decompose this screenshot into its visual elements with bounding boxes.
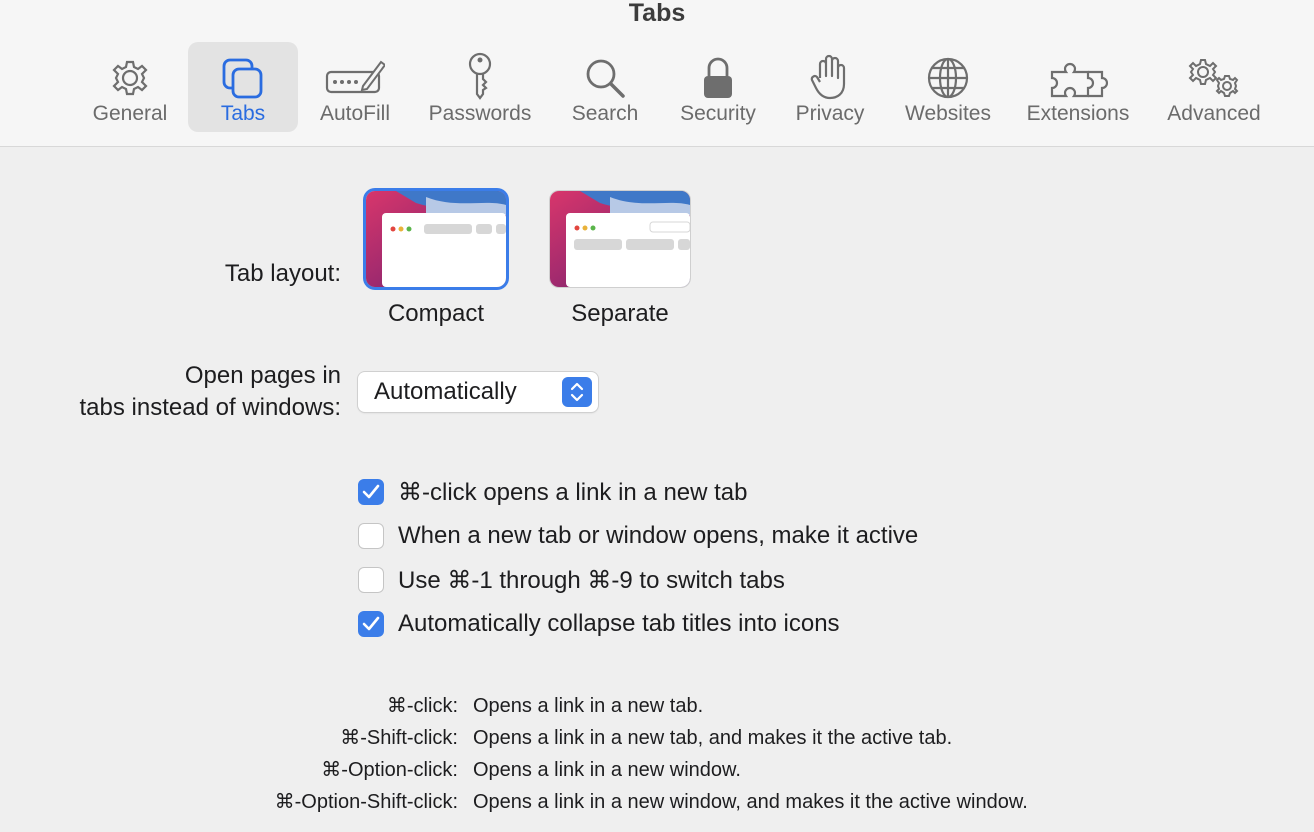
shortcut-description: Opens a link in a new window, and makes …	[473, 791, 1028, 813]
tab-layout-compact-caption: Compact	[387, 300, 485, 327]
checkbox-label: Automatically collapse tab titles into i…	[398, 610, 840, 637]
open-pages-select-value: Automatically	[374, 378, 517, 405]
open-pages-select[interactable]: Automatically	[358, 372, 598, 412]
tab-websites[interactable]: Websites	[893, 42, 1003, 132]
shortcut-description: Opens a link in a new tab, and makes it …	[473, 727, 953, 749]
chevron-up-down-icon	[562, 377, 592, 407]
tab-layout-compact-option[interactable]	[366, 191, 506, 287]
gears-icon	[1185, 50, 1243, 100]
window-title: Tabs	[628, 0, 686, 27]
tab-search[interactable]: Search	[560, 42, 650, 132]
tab-privacy[interactable]: Privacy	[785, 42, 875, 132]
key-icon	[465, 50, 495, 100]
gear-icon	[108, 50, 152, 100]
checkbox-switch-tabs[interactable]	[358, 567, 384, 593]
checkbox-row-switch-tabs[interactable]: Use ⌘-1 through ⌘-9 to switch tabs	[358, 565, 785, 595]
tab-label: Security	[680, 102, 756, 125]
tab-label: Advanced	[1167, 102, 1261, 125]
tab-layout-label: Tab layout:	[224, 260, 341, 287]
tab-label: Websites	[905, 102, 991, 125]
checkbox-row-collapse-titles[interactable]: Automatically collapse tab titles into i…	[358, 609, 840, 639]
tab-passwords[interactable]: Passwords	[420, 42, 540, 132]
shortcut-description: Opens a link in a new tab.	[473, 695, 704, 717]
globe-icon	[926, 50, 970, 100]
tab-security[interactable]: Security	[668, 42, 768, 132]
tab-extensions[interactable]: Extensions	[1018, 42, 1138, 132]
tab-advanced[interactable]: Advanced	[1158, 42, 1270, 132]
open-pages-label-line1: Open pages in	[184, 362, 341, 389]
checkmark-icon	[362, 616, 380, 631]
tab-autofill[interactable]: AutoFill	[310, 42, 400, 132]
checkbox-cmd-click[interactable]	[358, 479, 384, 505]
tab-layout-separate-caption: Separate	[571, 300, 669, 327]
tabs-icon	[220, 50, 266, 100]
preferences-toolbar: Tabs General Tabs AutoFill Passwords Sea…	[0, 0, 1314, 147]
hand-icon	[810, 50, 850, 100]
checkbox-row-make-active[interactable]: When a new tab or window opens, make it …	[358, 521, 918, 551]
shortcut-key: ⌘-Option-Shift-click:	[274, 791, 458, 813]
tab-layout-separate-option[interactable]	[550, 191, 690, 287]
tab-label: Search	[571, 102, 639, 125]
lock-icon	[701, 50, 735, 100]
puzzle-icon	[1048, 50, 1108, 100]
checkbox-label: When a new tab or window opens, make it …	[398, 522, 919, 549]
open-pages-label-line2: tabs instead of windows:	[79, 394, 341, 421]
tab-label: Privacy	[795, 102, 865, 125]
checkbox-row-cmd-click[interactable]: ⌘-click opens a link in a new tab	[358, 477, 748, 507]
tab-label: Passwords	[428, 102, 532, 125]
pencil-field-icon	[325, 50, 385, 100]
checkbox-label: Use ⌘-1 through ⌘-9 to switch tabs	[398, 566, 785, 594]
tab-label: General	[92, 102, 168, 125]
tab-label: AutoFill	[319, 102, 391, 125]
compact-preview-image	[366, 191, 506, 287]
magnifier-icon	[583, 50, 627, 100]
shortcut-description: Opens a link in a new window.	[473, 759, 741, 781]
tab-general[interactable]: General	[80, 42, 180, 132]
shortcut-key: ⌘-Shift-click:	[340, 727, 458, 749]
tab-tabs[interactable]: Tabs	[188, 42, 298, 132]
shortcut-key: ⌘-Option-click:	[321, 759, 458, 781]
tab-label: Extensions	[1026, 102, 1130, 125]
checkmark-icon	[362, 484, 380, 499]
checkbox-label: ⌘-click opens a link in a new tab	[398, 478, 748, 506]
separate-preview-image	[550, 191, 690, 287]
tab-label: Tabs	[220, 102, 266, 125]
shortcut-key: ⌘-click:	[386, 695, 458, 717]
checkbox-collapse-titles[interactable]	[358, 611, 384, 637]
checkbox-make-active[interactable]	[358, 523, 384, 549]
